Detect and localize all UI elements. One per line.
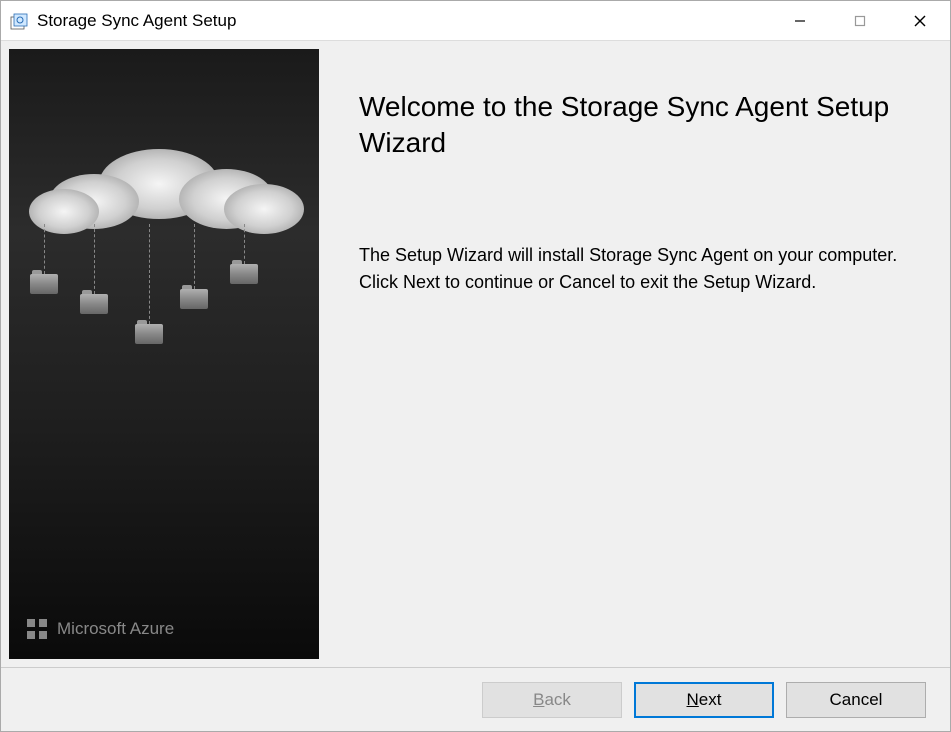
close-button[interactable]: [890, 1, 950, 40]
next-button[interactable]: Next: [634, 682, 774, 718]
folder-icon: [30, 274, 58, 294]
folder-icon: [230, 264, 258, 284]
folder-icon: [80, 294, 108, 314]
maximize-button[interactable]: [830, 1, 890, 40]
minimize-button[interactable]: [770, 1, 830, 40]
azure-brand-text: Microsoft Azure: [57, 619, 174, 639]
close-icon: [913, 14, 927, 28]
cancel-button[interactable]: Cancel: [786, 682, 926, 718]
wizard-body-text: The Setup Wizard will install Storage Sy…: [359, 242, 910, 296]
azure-brand: Microsoft Azure: [27, 619, 174, 639]
button-bar: Back Next Cancel: [1, 667, 950, 731]
windows-logo-icon: [27, 619, 47, 639]
window-title: Storage Sync Agent Setup: [37, 11, 770, 31]
sidebar-banner: Microsoft Azure: [9, 49, 319, 659]
setup-window: Storage Sync Agent Setup: [0, 0, 951, 732]
minimize-icon: [794, 15, 806, 27]
maximize-icon: [854, 15, 866, 27]
titlebar-controls: [770, 1, 950, 40]
folder-icon: [135, 324, 163, 344]
cloud-illustration: [29, 129, 299, 229]
installer-icon: [9, 11, 29, 31]
wizard-heading: Welcome to the Storage Sync Agent Setup …: [359, 89, 910, 162]
main-panel: Welcome to the Storage Sync Agent Setup …: [319, 41, 950, 667]
titlebar: Storage Sync Agent Setup: [1, 1, 950, 41]
content-area: Microsoft Azure Welcome to the Storage S…: [1, 41, 950, 667]
folder-icon: [180, 289, 208, 309]
back-button: Back: [482, 682, 622, 718]
